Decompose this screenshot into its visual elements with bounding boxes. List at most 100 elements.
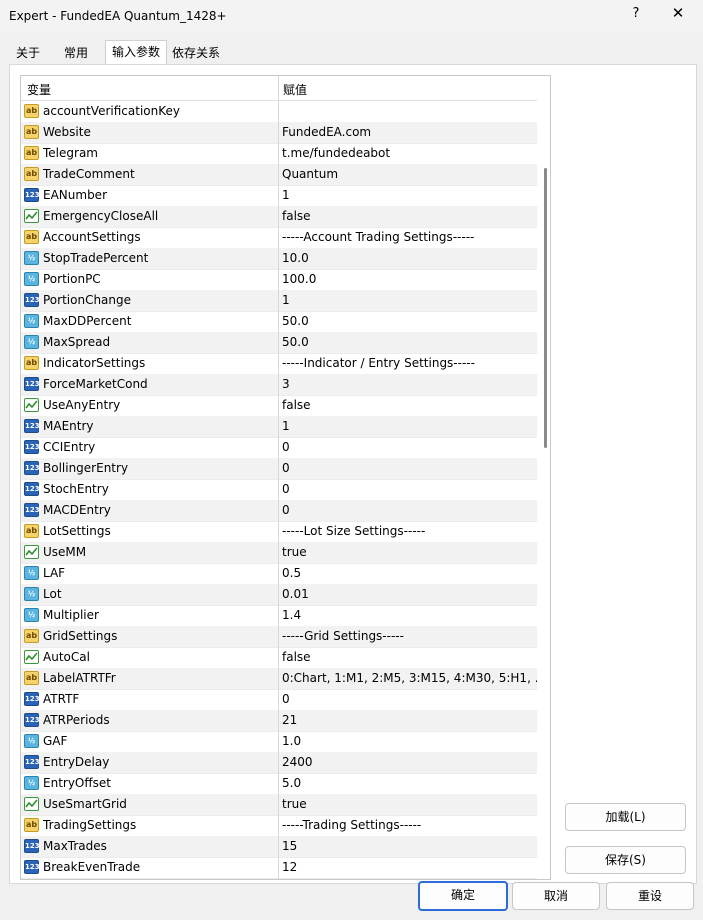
variable-value[interactable]: false [282, 209, 311, 223]
variable-value[interactable]: 50.0 [282, 335, 309, 349]
header-variable[interactable]: 变量 [27, 81, 51, 98]
variable-value[interactable]: 10.0 [282, 251, 309, 265]
grid-row[interactable]: 123 CCIEntry 0 [21, 437, 537, 459]
variable-value[interactable]: Quantum [282, 167, 338, 181]
grid-row[interactable]: 123 PortionChange 1 [21, 290, 537, 312]
variable-value[interactable]: 0.01 [282, 587, 309, 601]
variable-value[interactable]: 1 [282, 293, 290, 307]
variable-value[interactable]: -----Trading Settings----- [282, 818, 421, 832]
variable-value[interactable]: -----Account Trading Settings----- [282, 230, 474, 244]
variable-value[interactable]: 21 [282, 713, 297, 727]
variable-value[interactable]: 12 [282, 860, 297, 874]
double-type-icon: ½ [24, 272, 39, 286]
grid-row[interactable]: 123 MACDEntry 0 [21, 500, 537, 522]
tab-common[interactable]: 常用 [58, 42, 94, 64]
grid-row[interactable]: 123 MAEntry 1 [21, 416, 537, 438]
grid-row[interactable]: 123 BreakEvenTrade 12 [21, 857, 537, 879]
grid-row[interactable]: 123 ATRPeriods 21 [21, 710, 537, 732]
grid-row[interactable]: ab IndicatorSettings -----Indicator / Entr… [21, 353, 537, 375]
variable-name: PortionChange [43, 293, 132, 307]
integer-type-icon: 123 [24, 713, 40, 727]
grid-row[interactable]: 123 EANumber 1 [21, 185, 537, 207]
grid-row[interactable]: ab TradeComment Quantum [21, 164, 537, 186]
grid-row[interactable]: 123 MaxTrades 15 [21, 836, 537, 858]
grid-row[interactable]: ab TradingSettings -----Trading Settings--… [21, 815, 537, 837]
grid-row[interactable]: ab Telegram t.me/fundedeabot [21, 143, 537, 165]
boolean-type-icon [24, 650, 39, 664]
grid-row[interactable]: UseSmartGrid true [21, 794, 537, 816]
grid-row[interactable]: ab accountVerificationKey [21, 101, 537, 123]
tab-about[interactable]: 关于 [10, 42, 46, 64]
grid-row[interactable]: ab LabelATRTFr 0:Chart, 1:M1, 2:M5, 3:M15,… [21, 668, 546, 690]
variable-value[interactable]: false [282, 650, 311, 664]
grid-row[interactable]: ½ Multiplier 1.4 [21, 605, 537, 627]
column-divider[interactable] [278, 76, 279, 879]
variable-name: IndicatorSettings [43, 356, 146, 370]
variable-value[interactable]: 1.4 [282, 608, 301, 622]
variable-value[interactable]: 1.0 [282, 734, 301, 748]
grid-row[interactable]: 123 BollingerEntry 0 [21, 458, 537, 480]
grid-row[interactable]: AutoCal false [21, 647, 537, 669]
grid-row[interactable]: UseAnyEntry false [21, 395, 537, 417]
grid-row[interactable]: ½ MaxDDPercent 50.0 [21, 311, 537, 333]
grid-row[interactable]: ½ GAF 1.0 [21, 731, 537, 753]
variable-name: ATRTF [43, 692, 80, 706]
variable-value[interactable]: 15 [282, 839, 297, 853]
grid-row[interactable]: ½ Lot 0.01 [21, 584, 537, 606]
variable-value[interactable]: 1 [282, 419, 290, 433]
variable-value[interactable]: 0 [282, 440, 290, 454]
tab-dependencies[interactable]: 依存关系 [166, 42, 226, 64]
header-value[interactable]: 赋值 [283, 81, 307, 98]
variable-value[interactable]: 0.5 [282, 566, 301, 580]
variable-value[interactable]: FundedEA.com [282, 125, 371, 139]
grid-row[interactable]: ab GridSettings -----Grid Settings----- [21, 626, 537, 648]
load-button[interactable]: 加载(L) [565, 803, 686, 831]
ok-button[interactable]: 确定 [418, 881, 508, 911]
variable-value[interactable]: 50.0 [282, 314, 309, 328]
reset-button[interactable]: 重设 [606, 882, 694, 910]
variable-value[interactable]: 3 [282, 377, 290, 391]
variable-value[interactable]: 0 [282, 482, 290, 496]
scrollbar-thumb[interactable] [544, 168, 547, 448]
grid-row[interactable]: ½ MaxSpread 50.0 [21, 332, 537, 354]
save-button[interactable]: 保存(S) [565, 846, 686, 874]
variable-value[interactable]: 0:Chart, 1:M1, 2:M5, 3:M15, 4:M30, 5:H1,… [282, 671, 546, 685]
variable-value[interactable]: 100.0 [282, 272, 316, 286]
grid-row[interactable]: UseMM true [21, 542, 537, 564]
variable-value[interactable]: 0 [282, 461, 290, 475]
variable-value[interactable]: 5.0 [282, 776, 301, 790]
grid-row[interactable]: ab Website FundedEA.com [21, 122, 537, 144]
grid-row[interactable]: ab LotSettings -----Lot Size Settings----- [21, 521, 537, 543]
grid-row[interactable]: ½ PortionPC 100.0 [21, 269, 537, 291]
grid-row[interactable]: 123 EntryDelay 2400 [21, 752, 537, 774]
grid-row[interactable]: ½ LAF 0.5 [21, 563, 537, 585]
variable-value[interactable]: false [282, 398, 311, 412]
variable-value[interactable]: 0 [282, 503, 290, 517]
grid-row[interactable]: ab AccountSettings -----Account Trading Se… [21, 227, 537, 249]
tab-inputs[interactable]: 输入参数 [105, 40, 168, 65]
double-type-icon: ½ [24, 776, 39, 790]
string-type-icon: ab [24, 524, 39, 538]
grid-row[interactable]: EmergencyCloseAll false [21, 206, 537, 228]
variable-name: StopTradePercent [43, 251, 149, 265]
variable-value[interactable]: -----Grid Settings----- [282, 629, 404, 643]
grid-row[interactable]: ½ EntryOffset 5.0 [21, 773, 537, 795]
variable-value[interactable]: -----Indicator / Entry Settings----- [282, 356, 475, 370]
variable-value[interactable]: true [282, 545, 307, 559]
variable-value[interactable]: t.me/fundedeabot [282, 146, 390, 160]
variable-value[interactable]: 0 [282, 692, 290, 706]
help-icon[interactable]: ? [628, 6, 644, 21]
close-icon[interactable]: ✕ [670, 4, 686, 22]
grid-row[interactable]: 123 StochEntry 0 [21, 479, 537, 501]
variable-value[interactable]: -----Lot Size Settings----- [282, 524, 425, 538]
integer-type-icon: 123 [24, 377, 40, 391]
variable-value[interactable]: true [282, 797, 307, 811]
grid-row[interactable]: 123 ForceMarketCond 3 [21, 374, 537, 396]
cancel-button[interactable]: 取消 [512, 882, 600, 910]
inputs-grid: 变量 赋值 ab accountVerificationKey ab Website F… [20, 75, 551, 880]
vertical-scrollbar[interactable] [537, 76, 549, 879]
variable-value[interactable]: 1 [282, 188, 290, 202]
grid-row[interactable]: 123 ATRTF 0 [21, 689, 537, 711]
grid-row[interactable]: ½ StopTradePercent 10.0 [21, 248, 537, 270]
variable-value[interactable]: 2400 [282, 755, 313, 769]
